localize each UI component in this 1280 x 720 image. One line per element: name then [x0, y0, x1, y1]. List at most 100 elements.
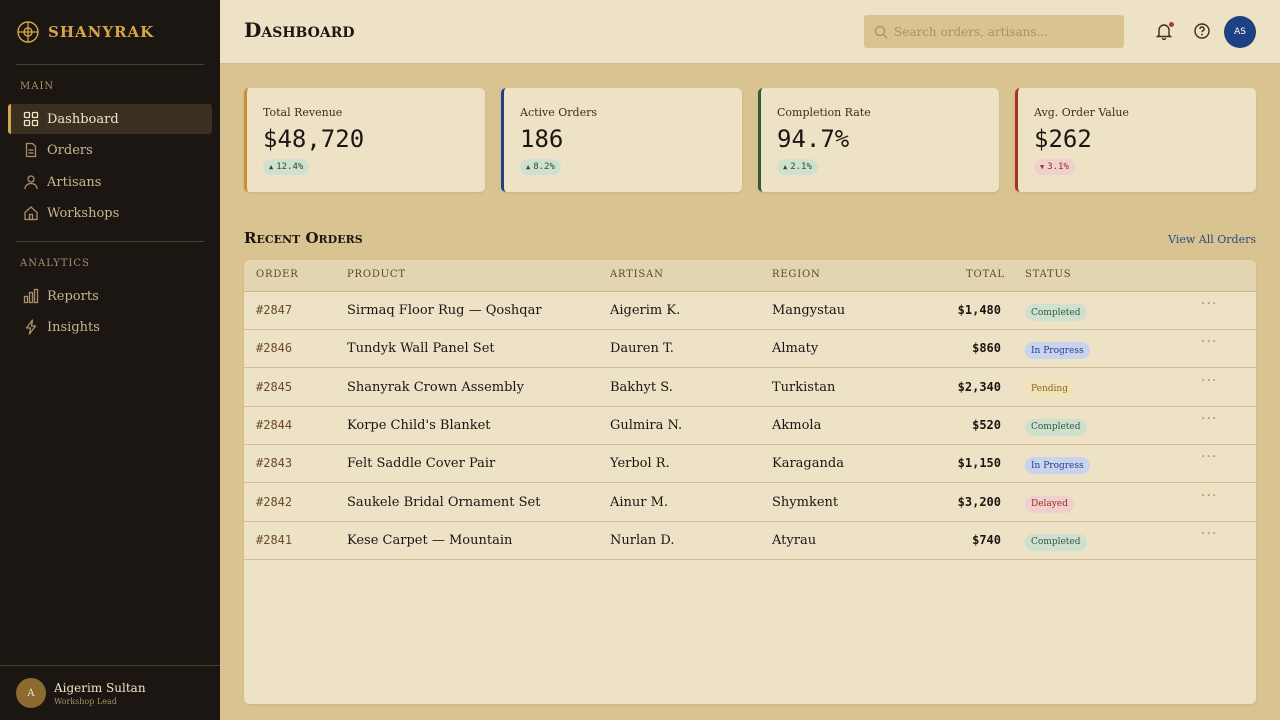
more-options-icon[interactable]: ···	[1201, 411, 1217, 427]
more-options-icon[interactable]: ···	[1201, 334, 1217, 350]
order-id[interactable]: #2846	[256, 341, 292, 355]
sidebar-item-dashboard[interactable]: Dashboard	[8, 104, 212, 134]
kpi-label: Active Orders	[520, 106, 597, 119]
sidebar: SHANYRAK MAIN Dashboard Orders Artisans …	[0, 0, 220, 720]
notification-dot	[1169, 22, 1174, 27]
sidebar-item-label: Artisans	[47, 174, 102, 190]
user-avatar[interactable]: AS	[1224, 16, 1256, 48]
home-icon	[24, 206, 38, 221]
order-total: $2,340	[957, 379, 1001, 394]
status-badge: Completed	[1025, 304, 1087, 321]
sidebar-divider	[16, 64, 204, 65]
column-header-product[interactable]: PRODUCT	[347, 269, 406, 280]
section-label-main: MAIN	[20, 81, 55, 92]
artisan-name: Dauren T.	[610, 341, 674, 357]
kpi-delta-value: 2.1%	[790, 162, 812, 172]
column-header-total[interactable]: TOTAL	[966, 269, 1005, 280]
kpi-delta: ▲ 12.4%	[263, 159, 310, 175]
column-header-artisan[interactable]: ARTISAN	[610, 269, 664, 280]
more-options-icon[interactable]: ···	[1201, 449, 1217, 465]
table-row[interactable]: #2846 Tundyk Wall Panel Set Dauren T. Almat…	[244, 330, 1256, 369]
sidebar-divider	[16, 241, 204, 242]
sidebar-item-label: Workshops	[47, 205, 120, 221]
help-icon[interactable]	[1193, 22, 1211, 40]
region-name: Turkistan	[772, 379, 836, 395]
region-name: Shymkent	[772, 494, 839, 510]
order-total: $1,480	[957, 303, 1001, 317]
table-row[interactable]: #2842 Saukele Bridal Ornament Set Ainur M.…	[244, 484, 1256, 522]
kpi-label: Completion Rate	[777, 106, 871, 119]
sidebar-item-workshops[interactable]: Workshops	[8, 198, 212, 228]
kpi-delta-value: 12.4%	[276, 162, 304, 172]
column-header-region[interactable]: REGION	[772, 269, 821, 280]
sidebar-item-label: Orders	[47, 142, 93, 158]
table-row[interactable]: #2843 Felt Saddle Cover Pair Yerbol R. Kara…	[244, 445, 1256, 484]
sidebar-item-label: Insights	[47, 319, 100, 335]
sidebar-item-artisans[interactable]: Artisans	[8, 167, 212, 197]
avatar: A	[16, 678, 46, 708]
product-name: Felt Saddle Cover Pair	[347, 456, 496, 472]
view-all-orders-link[interactable]: View All Orders	[1168, 233, 1256, 246]
artisan-name: Nurlan D.	[610, 532, 675, 548]
artisan-name: Bakhyt S.	[610, 379, 673, 395]
table-row[interactable]: #2844 Korpe Child's Blanket Gulmira N. Akmo…	[244, 407, 1256, 445]
sidebar-item-reports[interactable]: Reports	[8, 281, 212, 311]
artisan-name: Ainur M.	[610, 494, 669, 510]
more-options-icon[interactable]: ···	[1201, 526, 1217, 542]
order-total: $740	[972, 532, 1001, 547]
sidebar-item-insights[interactable]: Insights	[8, 312, 212, 342]
kpi-card-active-orders: Active Orders 186 ▲ 8.2%	[501, 88, 742, 192]
more-options-icon[interactable]: ···	[1201, 373, 1217, 389]
current-user[interactable]: A Aigerim Sultan Workshop Lead	[0, 665, 220, 720]
brand-name: SHANYRAK	[48, 23, 155, 41]
column-header-order[interactable]: ORDER	[256, 269, 299, 280]
kpi-card-completion-rate: Completion Rate 94.7% ▲ 2.1%	[758, 88, 999, 192]
status-badge: Pending	[1025, 380, 1074, 398]
user-name: Aigerim Sultan	[54, 680, 146, 695]
status-badge: In Progress	[1025, 342, 1090, 360]
shanyrak-logo-icon	[17, 21, 39, 43]
kpi-delta: ▲ 8.2%	[520, 159, 561, 175]
product-name: Saukele Bridal Ornament Set	[347, 494, 541, 510]
section-title-recent-orders: Recent Orders	[244, 229, 363, 247]
order-id[interactable]: #2841	[256, 533, 292, 547]
table-row[interactable]: #2847 Sirmaq Floor Rug — Qoshqar Aigerim K…	[244, 292, 1256, 330]
document-icon	[25, 142, 37, 158]
kpi-label: Total Revenue	[263, 106, 343, 119]
order-total: $1,150	[957, 456, 1001, 471]
search-input[interactable]	[894, 24, 1114, 39]
product-name: Shanyrak Crown Assembly	[347, 379, 524, 395]
kpi-delta: ▲ 2.1%	[777, 159, 818, 175]
lightning-icon	[25, 319, 37, 335]
artisan-name: Gulmira N.	[610, 417, 683, 433]
kpi-value: 186	[520, 125, 564, 153]
status-badge: Completed	[1025, 418, 1087, 436]
kpi-delta-value: 8.2%	[533, 162, 555, 172]
more-options-icon[interactable]: ···	[1201, 296, 1217, 312]
order-total: $520	[972, 417, 1001, 432]
sidebar-item-orders[interactable]: Orders	[8, 135, 212, 165]
order-id[interactable]: #2845	[256, 380, 292, 394]
artisan-name: Aigerim K.	[610, 303, 681, 318]
kpi-value: $48,720	[263, 125, 365, 153]
kpi-value: $262	[1034, 125, 1092, 153]
order-id[interactable]: #2844	[256, 418, 292, 432]
search-box[interactable]	[864, 15, 1124, 48]
arrow-up-icon: ▲	[269, 163, 274, 171]
region-name: Mangystau	[772, 303, 846, 318]
user-icon	[24, 175, 38, 190]
table-row[interactable]: #2845 Shanyrak Crown Assembly Bakhyt S. Tur…	[244, 369, 1256, 407]
order-id[interactable]: #2842	[256, 495, 292, 509]
status-badge: Completed	[1025, 533, 1087, 551]
brand[interactable]: SHANYRAK	[17, 20, 154, 44]
sidebar-item-label: Reports	[47, 288, 99, 304]
column-header-status[interactable]: STATUS	[1025, 269, 1071, 280]
product-name: Sirmaq Floor Rug — Qoshqar	[347, 303, 542, 318]
table-row[interactable]: #2841 Kese Carpet — Mountain Nurlan D. Atyr…	[244, 522, 1256, 560]
kpi-card-total-revenue: Total Revenue $48,720 ▲ 12.4%	[244, 88, 485, 192]
kpi-delta: ▼ 3.1%	[1034, 159, 1075, 175]
more-options-icon[interactable]: ···	[1201, 488, 1217, 504]
order-id[interactable]: #2843	[256, 456, 292, 470]
search-icon	[874, 25, 888, 38]
order-id[interactable]: #2847	[256, 303, 292, 317]
